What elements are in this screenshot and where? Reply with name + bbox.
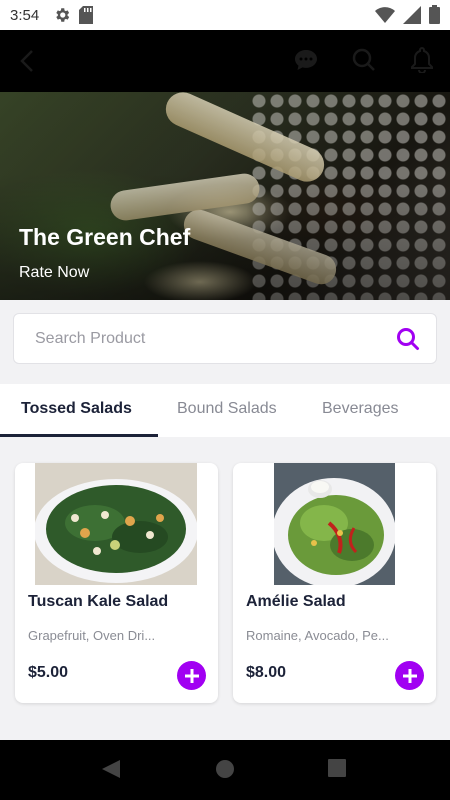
product-image [274, 463, 395, 585]
system-home-button[interactable] [214, 758, 238, 782]
rate-now-link[interactable]: Rate Now [19, 264, 89, 282]
system-recents-button[interactable] [327, 758, 351, 782]
gear-icon [56, 8, 70, 22]
product-price: $8.00 [246, 664, 287, 681]
wifi-icon [375, 6, 395, 23]
bell-icon [411, 47, 433, 73]
tab-tossed-salads[interactable]: Tossed Salads [21, 400, 132, 418]
search-submit-button[interactable] [394, 325, 422, 353]
home-circle-icon [216, 760, 234, 778]
tab-beverages[interactable]: Beverages [322, 400, 399, 418]
status-bar: 3:54 [0, 0, 450, 30]
active-tab-indicator [0, 434, 158, 437]
search-bar [13, 313, 437, 364]
tab-bound-salads[interactable]: Bound Salads [177, 400, 277, 418]
notifications-button[interactable] [408, 46, 436, 74]
product-image [35, 463, 197, 585]
sd-card-icon [79, 6, 94, 24]
search-icon [352, 48, 375, 71]
search-icon [397, 327, 419, 350]
add-to-cart-button[interactable] [395, 661, 424, 690]
amelie-salad-photo [274, 463, 395, 585]
product-card[interactable]: Tuscan Kale Salad Grapefruit, Oven Dri..… [15, 463, 218, 703]
app-bar [0, 30, 450, 92]
status-time: 3:54 [10, 6, 40, 24]
chat-icon [295, 50, 317, 70]
add-to-cart-button[interactable] [177, 661, 206, 690]
app-bar-search-button[interactable] [350, 46, 378, 74]
product-description: Grapefruit, Oven Dri... [28, 628, 156, 643]
chat-button[interactable] [292, 46, 320, 74]
system-nav-bar [0, 740, 450, 800]
product-name: Tuscan Kale Salad [28, 593, 169, 610]
category-tabs: Tossed Salads Bound Salads Beverages [0, 384, 450, 437]
recents-square-icon [328, 759, 346, 777]
search-input[interactable] [35, 329, 394, 348]
back-button[interactable] [14, 48, 40, 74]
battery-icon [429, 5, 440, 24]
product-price: $5.00 [28, 664, 69, 681]
kale-salad-photo [35, 463, 197, 585]
back-triangle-icon [102, 760, 120, 778]
plus-icon [184, 668, 199, 683]
plus-icon [402, 668, 417, 683]
restaurant-name: The Green Chef [19, 224, 191, 250]
product-card[interactable]: Amélie Salad Romaine, Avocado, Pe... $8.… [233, 463, 436, 703]
system-back-button[interactable] [100, 758, 124, 782]
product-description: Romaine, Avocado, Pe... [246, 628, 389, 643]
cell-signal-icon [403, 5, 421, 24]
back-arrow-icon [20, 50, 33, 72]
product-name: Amélie Salad [246, 593, 346, 610]
